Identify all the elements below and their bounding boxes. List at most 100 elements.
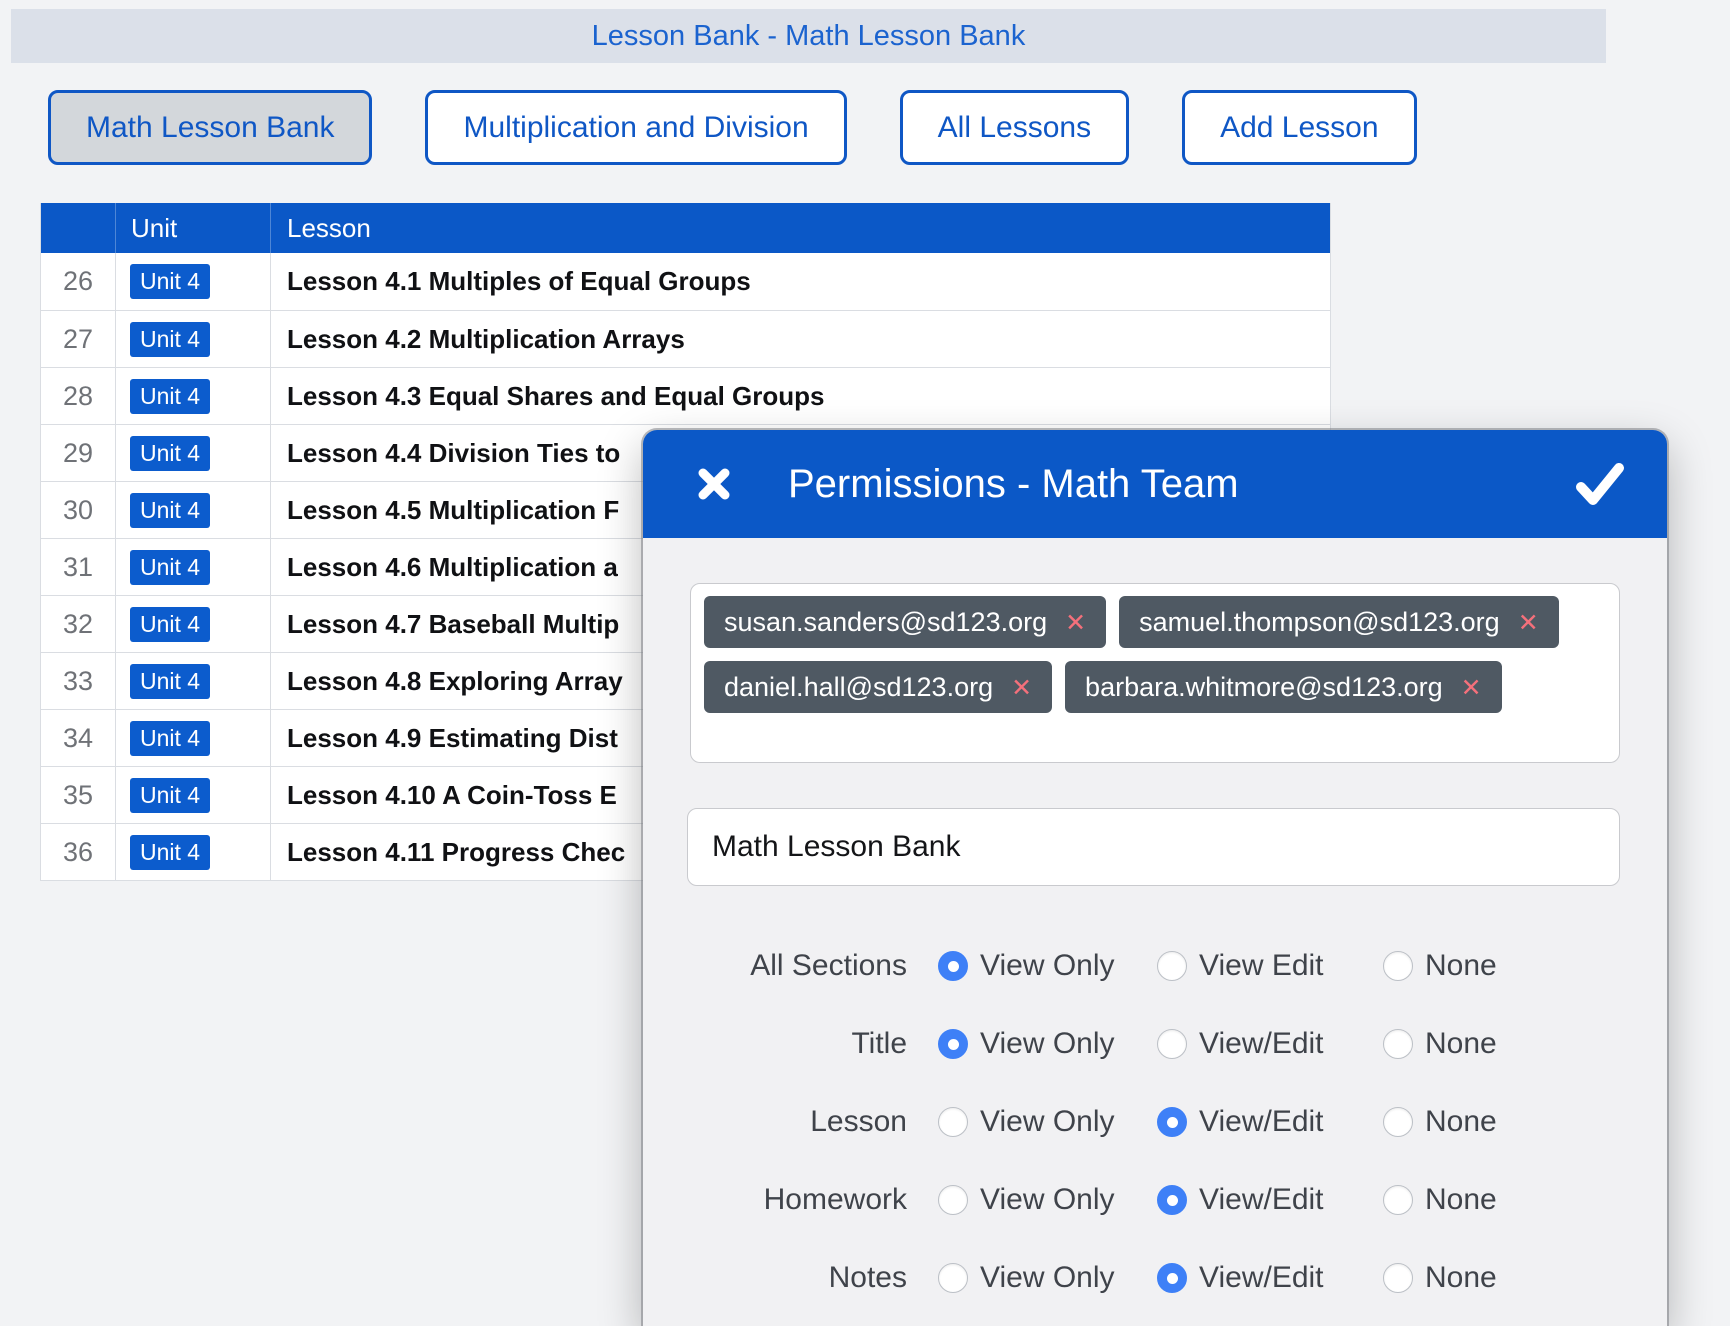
permission-option-label: View Only [980, 1261, 1115, 1295]
unit-cell: Unit 4 [116, 653, 271, 709]
permission-option-label: View Edit [1199, 949, 1324, 983]
unit-badge: Unit 4 [130, 664, 210, 699]
permission-row-all-sections: All Sections View Only View Edit None [643, 927, 1667, 1005]
table-row[interactable]: 27Unit 4Lesson 4.2 Multiplication Arrays [41, 310, 1330, 367]
radio-button-selected[interactable] [938, 951, 968, 981]
row-number: 27 [41, 311, 116, 367]
column-header-lesson: Lesson [271, 203, 1330, 253]
column-header-number [41, 203, 116, 253]
permission-option-label: None [1425, 1105, 1497, 1139]
permission-option-all-sections-none[interactable]: None [1383, 949, 1497, 983]
permission-option-homework-view-edit[interactable]: View/Edit [1157, 1183, 1353, 1217]
row-number: 29 [41, 425, 116, 481]
confirm-checkmark-icon[interactable] [1575, 461, 1625, 507]
radio-button-selected[interactable] [1157, 1263, 1187, 1293]
radio-button-selected[interactable] [938, 1029, 968, 1059]
table-row[interactable]: 28Unit 4Lesson 4.3 Equal Shares and Equa… [41, 367, 1330, 424]
radio-button[interactable] [1157, 951, 1187, 981]
permission-option-title-none[interactable]: None [1383, 1027, 1497, 1061]
radio-button-selected[interactable] [1157, 1185, 1187, 1215]
radio-button[interactable] [1383, 1185, 1413, 1215]
toolbar-button-all-lessons[interactable]: All Lessons [900, 90, 1129, 165]
radio-button[interactable] [938, 1263, 968, 1293]
email-address: susan.sanders@sd123.org [724, 607, 1047, 638]
permission-option-label: View/Edit [1199, 1261, 1324, 1295]
radio-button[interactable] [1383, 1107, 1413, 1137]
page-header: Lesson Bank - Math Lesson Bank [11, 9, 1606, 63]
unit-cell: Unit 4 [116, 767, 271, 823]
radio-button-selected[interactable] [1157, 1107, 1187, 1137]
toolbar-button-multiplication-and-division[interactable]: Multiplication and Division [425, 90, 846, 165]
email-tag: daniel.hall@sd123.org✕ [704, 661, 1052, 713]
permission-option-homework-view-only[interactable]: View Only [938, 1183, 1128, 1217]
unit-badge: Unit 4 [130, 835, 210, 870]
app-window: Lesson Bank - Math Lesson Bank Math Less… [0, 0, 1730, 1326]
lesson-title[interactable]: Lesson 4.2 Multiplication Arrays [271, 311, 1330, 367]
permission-option-notes-view-only[interactable]: View Only [938, 1261, 1128, 1295]
radio-button[interactable] [1157, 1029, 1187, 1059]
radio-button[interactable] [938, 1107, 968, 1137]
permission-option-title-view-edit[interactable]: View/Edit [1157, 1027, 1353, 1061]
permission-option-label: View/Edit [1199, 1183, 1324, 1217]
permission-row-notes: NotesView OnlyView/EditNone [643, 1239, 1667, 1317]
unit-cell: Unit 4 [116, 596, 271, 652]
toolbar-button-add-lesson[interactable]: Add Lesson [1182, 90, 1416, 165]
remove-email-icon[interactable]: ✕ [1518, 610, 1539, 635]
shared-users-box: susan.sanders@sd123.org✕samuel.thompson@… [690, 583, 1620, 763]
permission-option-title-view-only[interactable]: View Only [938, 1027, 1128, 1061]
permission-label: Title [643, 1027, 907, 1061]
row-number: 33 [41, 653, 116, 709]
permission-option-notes-view-edit[interactable]: View/Edit [1157, 1261, 1353, 1295]
toolbar-button-math-lesson-bank[interactable]: Math Lesson Bank [48, 90, 372, 165]
unit-cell: Unit 4 [116, 425, 271, 481]
permission-option-all-sections-view-edit[interactable]: View Edit [1157, 949, 1353, 983]
email-address: barbara.whitmore@sd123.org [1085, 672, 1443, 703]
row-number: 32 [41, 596, 116, 652]
permissions-list: All Sections View Only View Edit None Title V… [643, 927, 1667, 1317]
permission-row-title: Title View Only View/Edit None [643, 1005, 1667, 1083]
unit-badge: Unit 4 [130, 721, 210, 756]
email-tag: susan.sanders@sd123.org ✕ [704, 596, 1106, 648]
row-number: 31 [41, 539, 116, 595]
unit-badge: Unit 4 [130, 778, 210, 813]
permission-option-homework-none[interactable]: None [1383, 1183, 1497, 1217]
unit-cell: Unit 4 [116, 824, 271, 880]
modal-header: Permissions - Math Team [643, 430, 1667, 538]
remove-email-icon[interactable]: ✕ [1461, 675, 1482, 700]
permission-option-all-sections-view-only[interactable]: View Only [938, 949, 1128, 983]
row-number: 36 [41, 824, 116, 880]
row-number: 26 [41, 253, 116, 310]
permission-row-homework: Homework View Only View/Edit None [643, 1161, 1667, 1239]
permission-option-label: View Only [980, 949, 1115, 983]
permission-option-lesson-view-edit[interactable]: View/Edit [1157, 1105, 1353, 1139]
lesson-title[interactable]: Lesson 4.3 Equal Shares and Equal Groups [271, 368, 1330, 424]
permission-row-lesson: LessonView OnlyView/EditNone [643, 1083, 1667, 1161]
permission-option-notes-none[interactable]: None [1383, 1261, 1497, 1295]
permission-label: All Sections [643, 949, 907, 983]
radio-button[interactable] [1383, 1263, 1413, 1293]
table-row[interactable]: 26Unit 4Lesson 4.1 Multiples of Equal Gr… [41, 253, 1330, 310]
close-icon[interactable] [695, 465, 733, 503]
lesson-title[interactable]: Lesson 4.1 Multiples of Equal Groups [271, 253, 1330, 310]
permission-option-label: View Only [980, 1105, 1115, 1139]
permission-option-label: View/Edit [1199, 1105, 1324, 1139]
unit-badge: Unit 4 [130, 550, 210, 585]
permission-option-lesson-none[interactable]: None [1383, 1105, 1497, 1139]
remove-email-icon[interactable]: ✕ [1011, 675, 1032, 700]
remove-email-icon[interactable]: ✕ [1065, 610, 1086, 635]
unit-cell: Unit 4 [116, 710, 271, 766]
bank-name-input[interactable] [687, 808, 1620, 886]
unit-cell: Unit 4 [116, 253, 271, 310]
unit-cell: Unit 4 [116, 311, 271, 367]
unit-badge: Unit 4 [130, 493, 210, 528]
unit-cell: Unit 4 [116, 539, 271, 595]
column-header-unit: Unit [116, 203, 271, 253]
permission-option-label: View/Edit [1199, 1027, 1324, 1061]
radio-button[interactable] [1383, 951, 1413, 981]
permission-option-lesson-view-only[interactable]: View Only [938, 1105, 1128, 1139]
permission-option-label: View Only [980, 1027, 1115, 1061]
page-title: Lesson Bank - Math Lesson Bank [592, 20, 1026, 53]
radio-button[interactable] [1383, 1029, 1413, 1059]
radio-button[interactable] [938, 1185, 968, 1215]
permission-label: Homework [643, 1183, 907, 1217]
